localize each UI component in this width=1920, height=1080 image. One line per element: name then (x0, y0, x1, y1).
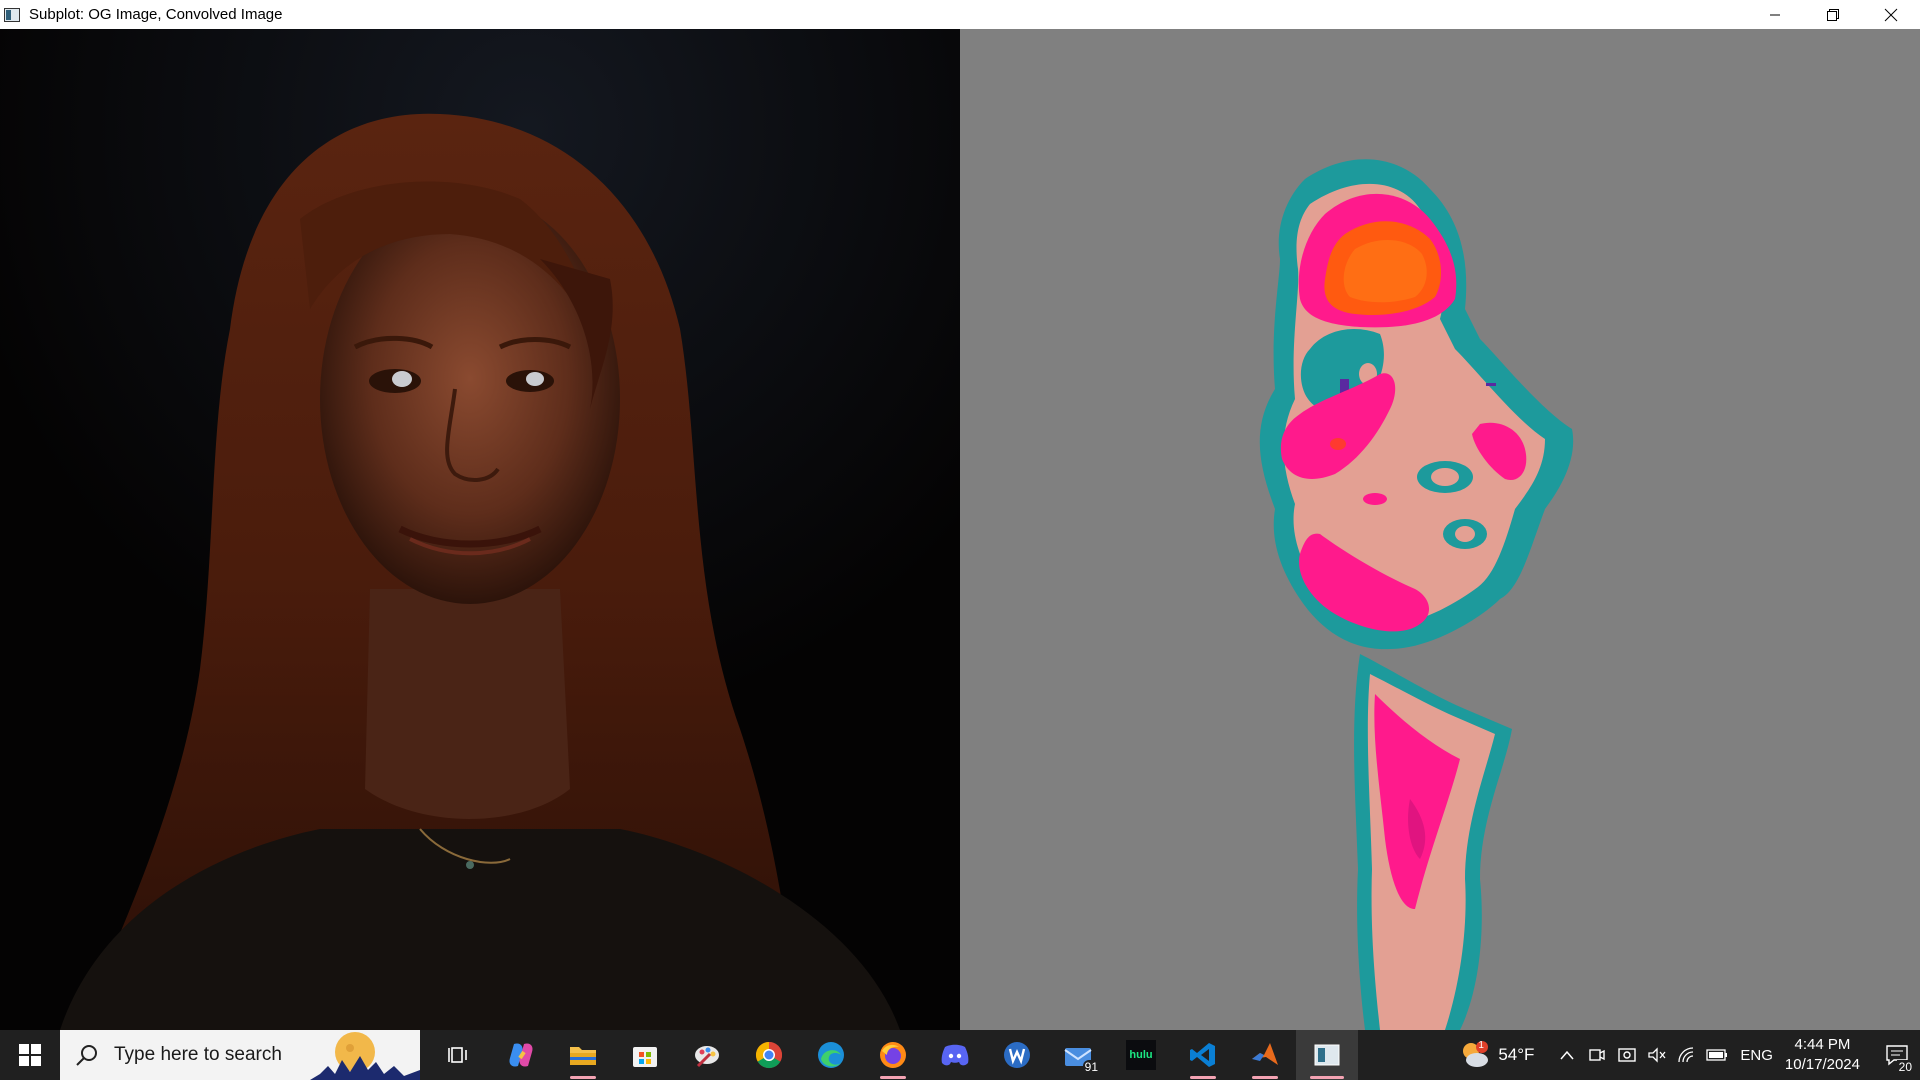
restore-button[interactable] (1804, 0, 1862, 29)
chevron-up-icon (1560, 1050, 1574, 1060)
search-box[interactable]: Type here to search (60, 1030, 420, 1080)
search-highlight-image (310, 1032, 420, 1080)
language-indicator[interactable]: ENG (1740, 1047, 1773, 1064)
task-view-icon (448, 1047, 467, 1063)
convolved-heatmap-image (960, 29, 1920, 1030)
image-viewer-button[interactable] (1296, 1030, 1358, 1080)
discord-button[interactable] (924, 1030, 986, 1080)
word-icon (1004, 1042, 1030, 1068)
original-image-panel (0, 29, 960, 1030)
wifi-icon (1678, 1047, 1694, 1063)
figure-canvas (0, 29, 1920, 1030)
weather-widget[interactable]: 1 54°F (1460, 1040, 1534, 1070)
edge-button[interactable] (800, 1030, 862, 1080)
edge-icon (818, 1042, 844, 1068)
meet-now-button[interactable] (1582, 1030, 1612, 1080)
weather-icon: 1 (1460, 1040, 1490, 1070)
hulu-icon: hulu (1126, 1040, 1156, 1070)
discord-icon (941, 1044, 969, 1066)
security-icon (1618, 1048, 1637, 1062)
title-bar: Subplot: OG Image, Convolved Image (0, 0, 1920, 29)
search-icon (76, 1045, 97, 1066)
search-placeholder: Type here to search (114, 1044, 282, 1065)
system-tray: 1 54°F ENG 4:44 PM 10/17/2024 20 (1460, 1030, 1920, 1080)
start-button[interactable] (0, 1030, 60, 1080)
clock-date: 10/17/2024 (1784, 1056, 1860, 1073)
taskbar: Type here to search 91 hulu 1 54°F ENG 4… (0, 1030, 1920, 1080)
folder-icon (570, 1047, 596, 1065)
minimize-button[interactable] (1746, 0, 1804, 29)
microsoft-store-button[interactable] (614, 1030, 676, 1080)
defender-button[interactable] (1612, 1030, 1642, 1080)
vscode-button[interactable] (1172, 1030, 1234, 1080)
volume-muted-icon (1648, 1047, 1666, 1063)
windows-logo-icon (19, 1044, 41, 1066)
chrome-icon (755, 1041, 783, 1069)
notification-center-button[interactable]: 20 (1874, 1030, 1920, 1080)
copilot-icon (509, 1043, 533, 1067)
store-icon (633, 1047, 657, 1067)
original-photo-image (0, 29, 960, 1030)
file-explorer-button[interactable] (552, 1030, 614, 1080)
figure-window-icon (3, 7, 21, 23)
weather-alert-badge: 1 (1478, 1040, 1484, 1051)
battery-icon (1706, 1049, 1728, 1061)
hulu-label: hulu (1129, 1049, 1153, 1061)
mail-unread-badge: 91 (1082, 1060, 1100, 1074)
paint-app-button[interactable] (676, 1030, 738, 1080)
clock[interactable]: 4:44 PM 10/17/2024 (1785, 1035, 1860, 1075)
volume-button[interactable] (1642, 1030, 1672, 1080)
camera-icon (1589, 1049, 1606, 1061)
matlab-button[interactable] (1234, 1030, 1296, 1080)
window-controls (1746, 0, 1920, 29)
show-hidden-icons-button[interactable] (1552, 1030, 1582, 1080)
vscode-icon (1190, 1043, 1215, 1067)
mail-button[interactable]: 91 (1048, 1030, 1110, 1080)
figure-window-taskbar-icon (1314, 1044, 1340, 1066)
palette-icon (695, 1046, 719, 1068)
firefox-icon (880, 1042, 906, 1068)
firefox-button[interactable] (862, 1030, 924, 1080)
close-button[interactable] (1862, 0, 1920, 29)
clock-time: 4:44 PM (1794, 1036, 1851, 1053)
copilot-button[interactable] (490, 1030, 552, 1080)
pinned-apps: 91 hulu (428, 1030, 1358, 1080)
window-title: Subplot: OG Image, Convolved Image (29, 6, 283, 23)
battery-button[interactable] (1702, 1030, 1732, 1080)
notification-count-badge: 20 (1896, 1060, 1914, 1074)
hulu-button[interactable]: hulu (1110, 1030, 1172, 1080)
word-app-button[interactable] (986, 1030, 1048, 1080)
task-view-button[interactable] (428, 1030, 490, 1080)
weather-temperature: 54°F (1498, 1045, 1535, 1064)
matlab-icon (1252, 1043, 1278, 1065)
chrome-button[interactable] (738, 1030, 800, 1080)
convolved-image-panel (960, 29, 1920, 1030)
network-button[interactable] (1672, 1030, 1702, 1080)
